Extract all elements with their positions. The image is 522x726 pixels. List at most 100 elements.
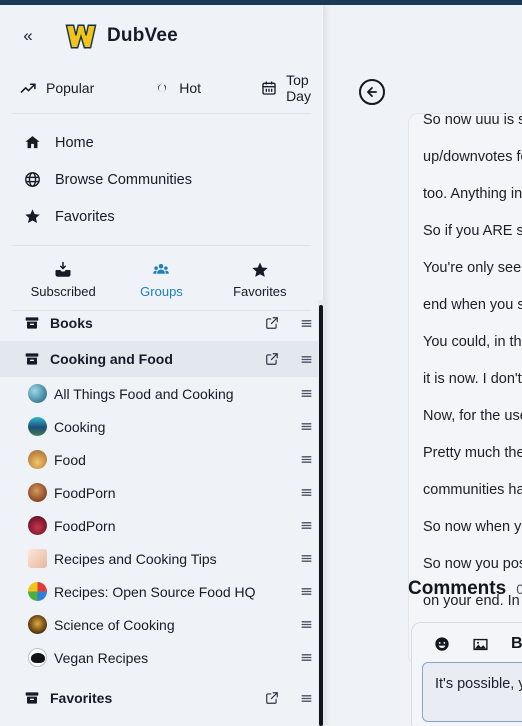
comments-title: Comments [408, 578, 507, 599]
post-paragraph: You could, in the [423, 334, 522, 350]
users-icon [153, 264, 170, 274]
dubvee-logo-icon [65, 24, 97, 48]
community-row[interactable]: Vegan Recipes [0, 641, 323, 674]
sidebar-item-label: Home [55, 134, 94, 151]
tab-favorites[interactable]: Favorites [211, 254, 309, 306]
archive-icon [24, 351, 50, 367]
external-link-icon[interactable] [255, 352, 289, 366]
nav-list: Home Browse Communities Favorites [0, 118, 323, 237]
emoji-glyph [435, 637, 449, 651]
flame-icon [158, 81, 167, 92]
sort-bar: Popular Hot Top Day [0, 67, 323, 109]
post-paragraph: up/downvotes fo [423, 149, 522, 165]
community-label: Favorites [50, 690, 113, 706]
community-label: Recipes and Cooking Tips [54, 550, 217, 567]
divider-tabs [12, 245, 311, 246]
archive-icon [24, 690, 50, 706]
bold-button[interactable]: B [511, 635, 522, 653]
sort-top-day-label: Top Day [286, 72, 311, 104]
community-group-row[interactable]: FOSS [0, 722, 323, 726]
community-label: All Things Food and Cooking [54, 385, 234, 402]
trending-up-icon [20, 82, 36, 93]
emoji-icon[interactable] [434, 636, 450, 652]
post-paragraph: So if you ARE su [423, 223, 522, 239]
post-paragraph: So now when yo [423, 519, 522, 535]
collapse-sidebar-button[interactable]: « [14, 22, 42, 50]
inbox-down-icon [55, 261, 71, 277]
tab-subscribed[interactable]: Subscribed [14, 254, 112, 306]
reply-toolbar: B [412, 631, 522, 662]
avatar [28, 582, 54, 601]
sidebar-scrollbar-thumb[interactable] [319, 305, 323, 726]
post-paragraph: Pretty much the [423, 445, 522, 461]
arrow-left-icon [367, 87, 377, 97]
post-paragraph: Now, for the use [423, 408, 522, 424]
calendar-icon [262, 81, 276, 95]
brand-name: DubVee [107, 25, 178, 46]
tab-groups[interactable]: Groups [112, 254, 210, 306]
post-paragraph: end when you su [423, 297, 522, 313]
avatar [28, 615, 54, 634]
community-group-row[interactable]: Favorites [0, 680, 323, 716]
comments-header: Comments 0 [408, 578, 522, 600]
avatar [28, 417, 54, 436]
post-paragraph: it is now. I don't [423, 371, 522, 387]
brand[interactable]: DubVee [64, 23, 178, 50]
post-paragraph: So now uuu is st [423, 112, 522, 128]
community-label: Books [50, 315, 93, 331]
community-row[interactable]: FoodPorn [0, 509, 323, 542]
image-icon[interactable] [472, 636, 489, 653]
community-label: Cooking and Food [50, 351, 173, 367]
sort-hot[interactable]: Hot [140, 74, 215, 103]
tab-subscribed-label: Subscribed [30, 284, 96, 299]
back-button[interactable] [359, 79, 385, 105]
archive-icon [24, 315, 50, 331]
external-link-icon[interactable] [255, 316, 289, 330]
community-label: Science of Cooking [54, 616, 175, 633]
community-row[interactable]: FoodPorn [0, 476, 323, 509]
avatar [28, 549, 54, 568]
sidebar-item-home[interactable]: Home [0, 124, 323, 161]
community-label: Vegan Recipes [54, 649, 149, 666]
community-row[interactable]: All Things Food and Cooking [0, 377, 323, 410]
sidebar-item-browse-communities[interactable]: Browse Communities [0, 161, 323, 198]
community-label: FoodPorn [54, 484, 116, 501]
globe-icon [25, 172, 40, 187]
sidebar-item-favorites[interactable]: Favorites [0, 198, 323, 235]
post-paragraph: So now you post [423, 556, 522, 572]
avatar [28, 516, 54, 535]
post-paragraph: You're only seein [423, 260, 522, 276]
sidebar-item-label: Browse Communities [55, 171, 192, 188]
avatar [28, 483, 54, 502]
community-row[interactable]: Food [0, 443, 323, 476]
community-row[interactable]: Recipes and Cooking Tips [0, 542, 323, 575]
divider-top [12, 113, 311, 114]
tab-groups-label: Groups [140, 284, 183, 299]
sort-hot-label: Hot [179, 80, 202, 96]
community-row[interactable]: Science of Cooking [0, 608, 323, 641]
community-list[interactable]: Books Cooking and Food All Things Food a… [0, 305, 323, 726]
sort-popular[interactable]: Popular [6, 74, 108, 103]
community-group-row[interactable]: Cooking and Food [0, 341, 323, 377]
community-label: Cooking [54, 418, 106, 435]
comments-count: 0 [516, 581, 522, 597]
community-row[interactable]: Cooking [0, 410, 323, 443]
sidebar-header: « DubVee [0, 5, 323, 67]
avatar [28, 450, 54, 469]
tab-favorites-label: Favorites [233, 284, 287, 299]
reply-input[interactable]: It's possible, yes [422, 662, 522, 722]
sort-popular-label: Popular [46, 80, 95, 96]
star-icon [252, 262, 268, 277]
star-icon [25, 209, 40, 224]
post-paragraph: too. Anything in t [423, 186, 522, 202]
external-link-icon[interactable] [255, 691, 289, 705]
community-row[interactable]: Recipes: Open Source Food HQ [0, 575, 323, 608]
home-icon [25, 136, 40, 149]
reply-editor: B It's possible, yes [411, 622, 522, 726]
sidebar-item-label: Favorites [55, 208, 115, 225]
sort-top-day[interactable]: Top Day [247, 66, 323, 110]
community-group-row[interactable]: Books [0, 305, 323, 341]
community-tabs: Subscribed Groups Favorites [0, 250, 323, 306]
avatar [28, 384, 54, 403]
sidebar: « DubVee Popular Hot Top Day Home Browse… [0, 5, 323, 726]
